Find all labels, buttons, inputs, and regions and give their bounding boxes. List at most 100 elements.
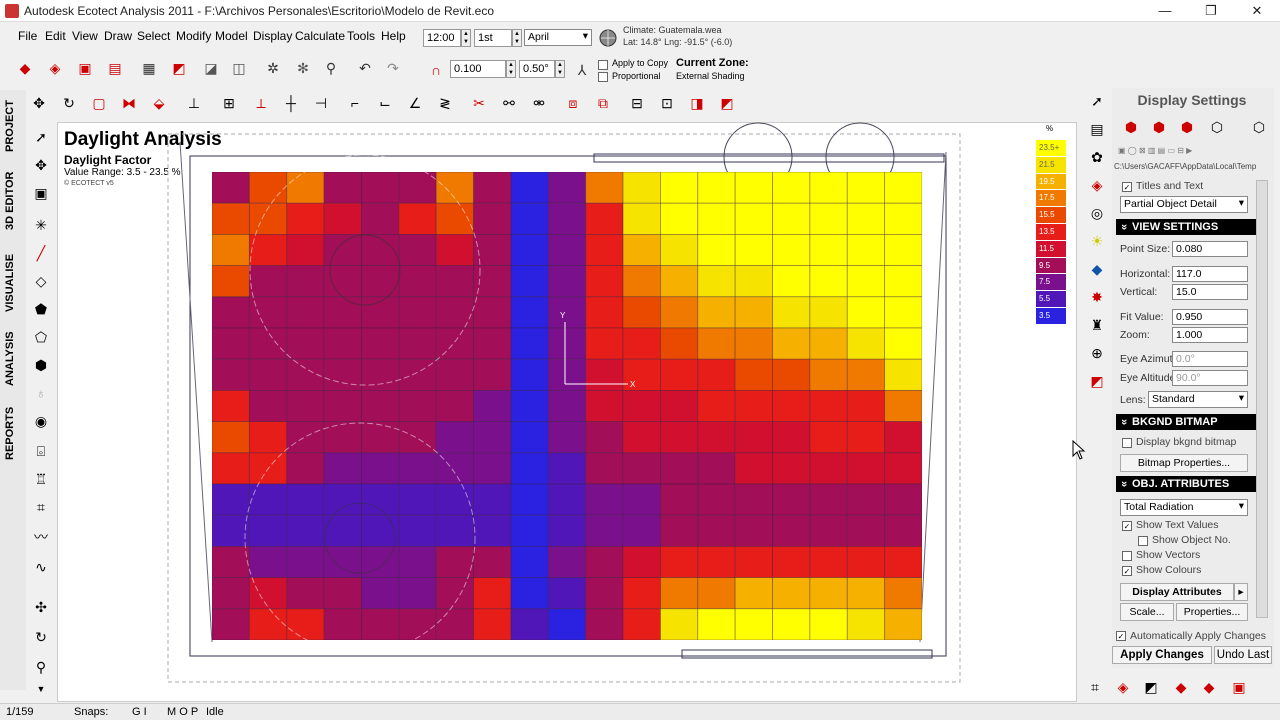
eye-azimuth-input[interactable]: 0.0° — [1172, 351, 1248, 367]
roof-icon[interactable]: ◩ — [716, 92, 738, 114]
zoom-icon[interactable]: ⚲ — [30, 656, 52, 678]
selection-info-icon[interactable]: ✿ — [1086, 146, 1108, 168]
save-file-icon[interactable]: ▣ — [74, 57, 96, 79]
group-icon[interactable]: ⧈ — [562, 92, 584, 114]
menu-model[interactable]: Model — [215, 29, 248, 43]
titles-text-checkbox[interactable]: ✓ — [1122, 182, 1132, 192]
menu-view[interactable]: View — [72, 29, 98, 43]
month-select[interactable]: April — [524, 29, 592, 46]
menu-edit[interactable]: Edit — [45, 29, 66, 43]
menu-select[interactable]: Select — [137, 29, 170, 43]
join-icon[interactable]: ⊣ — [310, 92, 332, 114]
show-colours-checkbox[interactable]: ✓ — [1122, 566, 1132, 576]
apply-to-copy-checkbox[interactable] — [598, 60, 608, 70]
corner-icon[interactable]: ⌐ — [344, 92, 366, 114]
preset-4-icon[interactable]: ⬡ — [1206, 116, 1228, 138]
day-input[interactable]: 1st — [474, 29, 512, 47]
curve-icon[interactable]: ∿ — [30, 556, 52, 578]
print-icon[interactable]: ▦ — [138, 57, 160, 79]
rotate-icon[interactable]: ↻ — [58, 92, 80, 114]
unlink-icon[interactable]: ⚮ — [528, 92, 550, 114]
speaker-icon[interactable]: ◉ — [30, 410, 52, 432]
wall-icon[interactable]: ⬠ — [30, 326, 52, 348]
fit-input[interactable]: 0.950 — [1172, 309, 1248, 325]
cut-icon[interactable]: ✂ — [468, 92, 490, 114]
open-file-icon[interactable]: ◈ — [44, 57, 66, 79]
render-alt-icon[interactable]: ◆ — [1198, 676, 1220, 698]
tab-analysis[interactable]: ANALYSIS — [4, 331, 16, 386]
select-arrow-icon[interactable]: ➚ — [1086, 90, 1108, 112]
material-assign-icon[interactable]: ◈ — [1086, 174, 1108, 196]
redo-icon[interactable]: ↷ — [382, 57, 404, 79]
sun-icon[interactable]: ☀ — [1086, 230, 1108, 252]
snap-point-icon[interactable]: ⊥ — [183, 92, 205, 114]
move-icon[interactable]: ✥ — [28, 92, 50, 114]
split-icon[interactable]: ┼ — [280, 92, 302, 114]
view-settings-header[interactable]: VIEW SETTINGS — [1116, 219, 1266, 235]
tab-project[interactable]: PROJECT — [4, 100, 16, 152]
menu-file[interactable]: File — [18, 29, 37, 43]
copy-view-icon[interactable]: ◈ — [1112, 676, 1134, 698]
show-object-no-checkbox[interactable] — [1138, 536, 1148, 546]
menu-display[interactable]: Display — [253, 29, 292, 43]
nodes-icon[interactable]: ✸ — [1086, 286, 1108, 308]
camera-icon[interactable]: ⌻ — [30, 440, 52, 462]
menu-help[interactable]: Help — [381, 29, 406, 43]
panel-scrollbar[interactable] — [1256, 180, 1268, 618]
snap-input[interactable]: 0.50° — [519, 60, 555, 78]
time-spinner[interactable]: ▲ ▼ — [461, 29, 471, 47]
layers-icon[interactable]: ▤ — [1086, 118, 1108, 140]
undo-last-button[interactable]: Undo Last — [1214, 646, 1272, 664]
vertical-input[interactable]: 15.0 — [1172, 284, 1248, 300]
offset-spinner[interactable]: ▲ ▼ — [506, 60, 516, 78]
eye-altitude-input[interactable]: 90.0° — [1172, 370, 1248, 386]
box-icon[interactable]: ▣ — [30, 182, 52, 204]
grid-icon[interactable]: ⌗ — [30, 496, 52, 518]
menu-tools[interactable]: Tools — [347, 29, 375, 43]
light-icon[interactable]: ♁ — [30, 382, 52, 404]
undo-icon[interactable]: ↶ — [354, 57, 376, 79]
line-icon[interactable]: ╱ — [30, 242, 52, 264]
angle-icon[interactable]: ∠ — [404, 92, 426, 114]
proportional-checkbox[interactable] — [598, 72, 608, 82]
point-size-input[interactable]: 0.080 — [1172, 241, 1248, 257]
current-zone-value[interactable]: External Shading — [676, 71, 745, 81]
preset-5-icon[interactable]: ⬡ — [1248, 116, 1270, 138]
zone-manage-icon[interactable]: ◆ — [1086, 258, 1108, 280]
corner-alt-icon[interactable]: ⌙ — [374, 92, 396, 114]
angle-alt-icon[interactable]: ≷ — [434, 92, 456, 114]
materials-icon[interactable]: ◫ — [228, 57, 250, 79]
surface-icon[interactable]: ◨ — [686, 92, 708, 114]
close-button[interactable]: ✕ — [1234, 0, 1280, 22]
offset-tool-icon[interactable]: ⟂ — [250, 92, 272, 114]
table-icon[interactable]: ⊟ — [626, 92, 648, 114]
export-icon[interactable]: ▤ — [104, 57, 126, 79]
roof-draw-icon[interactable]: ⬢ — [30, 354, 52, 376]
trash-icon[interactable]: ♜ — [1086, 314, 1108, 336]
offset-input[interactable]: 0.100 — [450, 60, 506, 78]
scale-icon[interactable]: ▢ — [88, 92, 110, 114]
obj-attributes-header[interactable]: OBJ. ATTRIBUTES — [1116, 476, 1266, 492]
shade-icon[interactable]: ◩ — [1140, 676, 1162, 698]
export-image-icon[interactable]: ⌗ — [1084, 676, 1106, 698]
render-icon[interactable]: ◆ — [1170, 676, 1192, 698]
preset-3-icon[interactable]: ⬢ — [1176, 116, 1198, 138]
bitmap-properties-button[interactable]: Bitmap Properties... — [1120, 454, 1248, 472]
restore-button[interactable]: ❐ — [1188, 0, 1234, 22]
preset-2-icon[interactable]: ⬢ — [1148, 116, 1170, 138]
apply-changes-button[interactable]: Apply Changes — [1112, 646, 1212, 664]
plane-icon[interactable]: ◇ — [30, 270, 52, 292]
snap-grid-icon[interactable]: ⊕ — [1086, 342, 1108, 364]
zone-icon[interactable]: ◪ — [200, 57, 222, 79]
orbit-icon[interactable]: ↻ — [30, 626, 52, 648]
polyline-icon[interactable]: 〰 — [30, 526, 52, 548]
library-icon[interactable]: ◩ — [168, 57, 190, 79]
dim-icon[interactable]: ⚲ — [320, 57, 342, 79]
new-file-icon[interactable]: ◆ — [14, 57, 36, 79]
tab-visualise[interactable]: VISUALISE — [4, 254, 16, 312]
appliance-icon[interactable]: ♖ — [30, 468, 52, 490]
display-attributes-button[interactable]: Display Attributes — [1120, 583, 1234, 601]
zoom-input[interactable]: 1.000 — [1172, 327, 1248, 343]
minimize-button[interactable]: — — [1142, 0, 1188, 22]
ungroup-icon[interactable]: ⧉ — [592, 92, 614, 114]
